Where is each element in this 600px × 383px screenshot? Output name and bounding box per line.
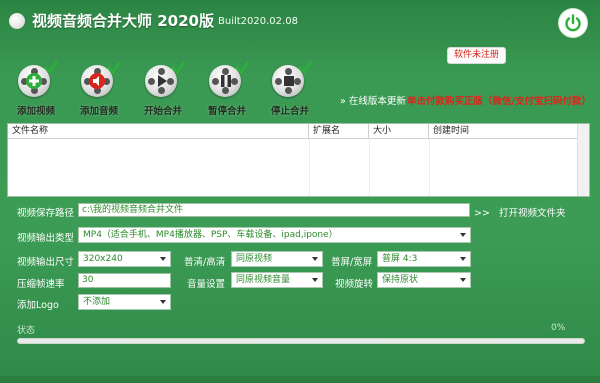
online-update-link[interactable]: » 在线版本更新 xyxy=(340,93,406,107)
open-folder-button[interactable]: >> 打开视频文件夹 xyxy=(474,205,566,219)
main-window: 视频音频合并大师 2020版 Built2020.02.08 软件未注册 添加视… xyxy=(0,0,600,383)
output-type-label: 视频输出类型 xyxy=(17,233,75,244)
rotate-label: 视频旋转 xyxy=(335,279,374,290)
quality-select[interactable]: 同原视频 xyxy=(231,251,323,267)
logo-value: 不添加 xyxy=(83,297,111,307)
column-header[interactable]: 扩展名 xyxy=(309,124,369,139)
app-logo-icon xyxy=(9,13,25,29)
pause-merge-button[interactable]: 暂停合并 xyxy=(200,61,254,117)
open-folder-arrow: >> xyxy=(474,208,490,219)
column-header[interactable]: 创建时间 xyxy=(429,124,577,139)
add-audio-button[interactable]: 添加音频 xyxy=(72,61,126,117)
file-table[interactable]: 文件名称 扩展名 大小 创建时间 xyxy=(7,123,590,197)
table-header: 文件名称 扩展名 大小 创建时间 xyxy=(8,124,589,139)
aspect-select[interactable]: 普屏 4:3 xyxy=(377,251,471,267)
output-type-select[interactable]: MP4（适合手机、MP4播放器、PSP、车载设备、ipad,ipone） xyxy=(78,227,471,243)
add-audio-icon xyxy=(79,61,121,101)
output-size-select[interactable]: 320x240 xyxy=(78,251,171,267)
pause-merge-icon xyxy=(207,61,249,101)
rotate-value: 保持原状 xyxy=(382,275,419,285)
table-scrollbar[interactable] xyxy=(577,124,589,196)
start-merge-button[interactable]: 开始合并 xyxy=(136,61,190,117)
column-header[interactable]: 文件名称 xyxy=(8,124,309,139)
pause-merge-label: 暂停合并 xyxy=(207,106,246,117)
framerate-label: 压缩帧速率 xyxy=(17,279,65,290)
save-path-input[interactable]: c:\我的视频音频合并文件 xyxy=(78,203,470,217)
progress-bar xyxy=(17,338,585,344)
register-button[interactable]: 软件未注册 xyxy=(447,47,506,64)
open-folder-label: 打开视频文件夹 xyxy=(498,208,566,219)
chevron-down-icon xyxy=(460,233,466,237)
bottom-edge xyxy=(0,376,600,383)
framerate-input[interactable]: 30 xyxy=(78,273,171,288)
status-label: 状态 xyxy=(17,326,36,336)
title-bar: 视频音频合并大师 2020版 Built2020.02.08 xyxy=(0,0,600,44)
chevron-down-icon xyxy=(312,278,318,282)
save-path-label: 视频保存路径 xyxy=(17,208,75,219)
chevron-down-icon xyxy=(312,257,318,261)
stop-merge-button[interactable]: 停止合并 xyxy=(263,61,317,117)
volume-select[interactable]: 同原视频音量 xyxy=(231,272,323,288)
progress-percent: 0% xyxy=(551,323,566,333)
aspect-value: 普屏 4:3 xyxy=(382,254,418,264)
chevron-down-icon xyxy=(160,300,166,304)
power-icon[interactable] xyxy=(559,9,587,37)
stop-merge-icon xyxy=(270,61,312,101)
chevron-down-icon xyxy=(160,257,166,261)
add-video-button[interactable]: 添加视频 xyxy=(9,61,63,117)
start-merge-icon xyxy=(143,61,185,101)
chevron-down-icon xyxy=(460,257,466,261)
logo-select[interactable]: 不添加 xyxy=(78,294,171,310)
output-size-label: 视频输出尺寸 xyxy=(17,257,75,268)
aspect-label: 普屏/宽屏 xyxy=(331,257,373,268)
buy-link[interactable]: 单击付款购买正版（微信/支付宝扫码付款） xyxy=(407,93,591,107)
output-size-value: 320x240 xyxy=(83,254,123,264)
logo-label: 添加Logo xyxy=(17,300,59,311)
column-header[interactable]: 大小 xyxy=(369,124,429,139)
volume-value: 同原视频音量 xyxy=(236,275,291,285)
table-body[interactable] xyxy=(8,139,589,196)
add-audio-label: 添加音频 xyxy=(79,106,118,117)
quality-label: 普清/高清 xyxy=(184,257,226,268)
rotate-select[interactable]: 保持原状 xyxy=(377,272,471,288)
output-type-value: MP4（适合手机、MP4播放器、PSP、车载设备、ipad,ipone） xyxy=(83,230,338,240)
start-merge-label: 开始合并 xyxy=(143,106,182,117)
stop-merge-label: 停止合并 xyxy=(270,106,309,117)
volume-label: 音量设置 xyxy=(187,279,226,290)
build-version: Built2020.02.08 xyxy=(218,16,298,27)
add-video-icon xyxy=(16,61,58,101)
app-title: 视频音频合并大师 2020版 xyxy=(32,12,214,30)
quality-value: 同原视频 xyxy=(236,254,273,264)
chevron-down-icon xyxy=(460,278,466,282)
add-video-label: 添加视频 xyxy=(16,106,55,117)
